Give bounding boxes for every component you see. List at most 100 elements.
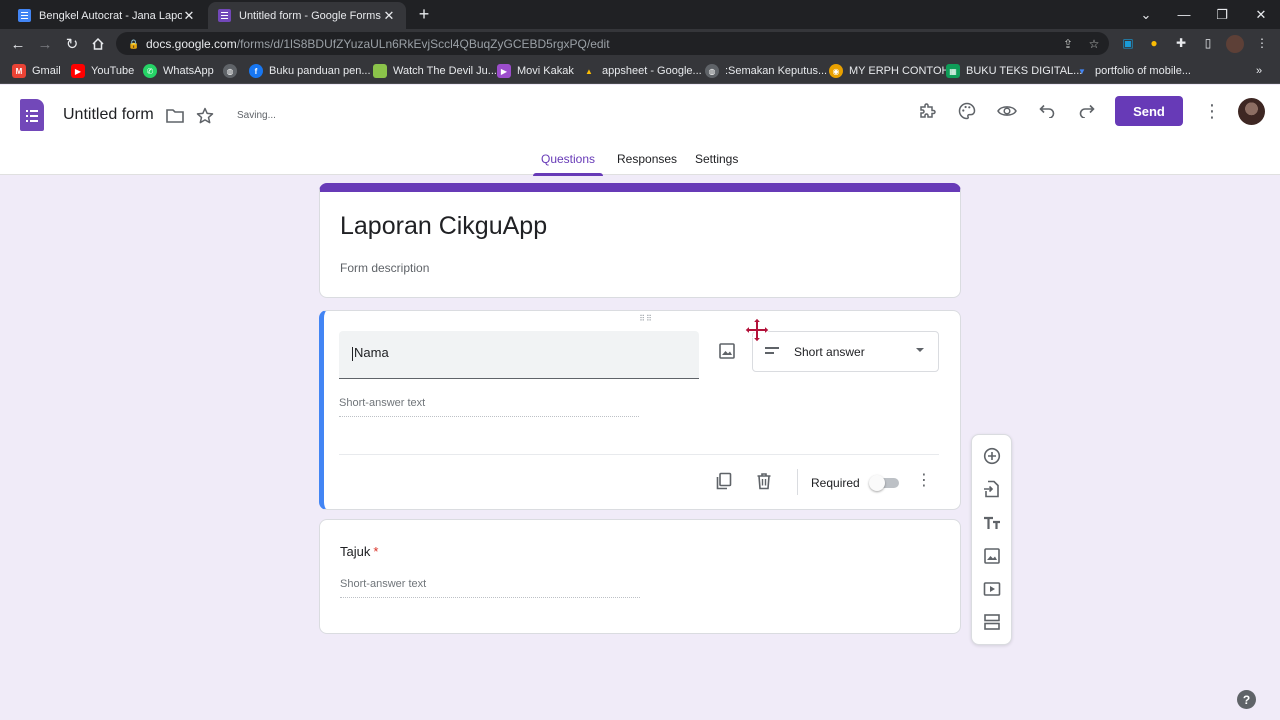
reload-icon[interactable]: ↻ [62, 34, 82, 54]
browser-tab-active[interactable]: Untitled form - Google Forms ✕ [208, 2, 406, 29]
tab-responses[interactable]: Responses [617, 152, 677, 175]
gmail-icon: M [12, 64, 26, 78]
bookmark-facebook[interactable]: f Buku panduan pen... [249, 63, 371, 79]
extensions-puzzle-icon[interactable]: ✚ [1173, 35, 1189, 51]
url-host: docs.google.com [146, 36, 237, 51]
question-title-input[interactable]: Nama [339, 331, 699, 379]
question-type-label: Short answer [794, 345, 865, 359]
add-question-icon[interactable] [982, 446, 1002, 466]
more-options-icon[interactable]: ⋮ [1200, 99, 1224, 123]
short-answer-icon [765, 347, 779, 357]
help-icon[interactable]: ? [1237, 690, 1256, 709]
window-close-button[interactable]: ✕ [1242, 0, 1280, 29]
bookmark-erph[interactable]: ◉ MY ERPH CONTOH [829, 63, 949, 79]
import-questions-icon[interactable] [982, 479, 1002, 499]
form-doc-title[interactable]: Untitled form [63, 106, 154, 124]
bookmark-movie[interactable]: Watch The Devil Ju... [373, 63, 497, 79]
bookmark-semakan[interactable]: ◍:Semakan Keputus... [705, 63, 827, 79]
close-icon[interactable]: ✕ [382, 8, 396, 24]
minimize-button[interactable]: — [1165, 0, 1203, 29]
side-panel-icon[interactable]: ▯ [1200, 35, 1216, 51]
star-icon[interactable] [193, 104, 217, 128]
duplicate-icon[interactable] [714, 471, 734, 491]
move-cursor-icon [744, 317, 770, 343]
globe-icon: ◍ [705, 64, 719, 78]
bookmark-movi-kakak[interactable]: ▶ Movi Kakak [497, 63, 574, 79]
required-toggle[interactable] [869, 475, 901, 491]
required-asterisk: * [373, 544, 379, 559]
question-title[interactable]: Tajuk * [340, 544, 378, 559]
preview-eye-icon[interactable] [995, 99, 1019, 123]
bookmark-globe[interactable]: ◍ [223, 63, 243, 79]
bookmark-icon: ▼ [1078, 66, 1086, 76]
avatar[interactable] [1238, 98, 1265, 125]
tab-questions[interactable]: Questions [532, 152, 604, 176]
text-caret [352, 346, 353, 361]
short-answer-placeholder: Short-answer text [340, 578, 640, 598]
tab-title: Bengkel Autocrat - Jana Laporan [39, 9, 182, 22]
forms-logo-icon[interactable] [20, 99, 44, 131]
forward-icon[interactable]: → [35, 34, 55, 54]
profile-avatar[interactable] [1226, 35, 1244, 53]
bookmark-youtube[interactable]: ▶ YouTube [71, 63, 134, 79]
short-answer-placeholder: Short-answer text [339, 397, 639, 417]
add-image-icon[interactable] [982, 546, 1002, 566]
form-title-card[interactable]: Laporan CikguApp Form description [319, 183, 961, 298]
bookmark-appsheet[interactable]: ▲ appsheet - Google... [582, 63, 702, 79]
facebook-icon: f [249, 64, 263, 78]
url-path: /forms/d/1lS8BDUfZYuzaULn6RkEvjSccl4QBuq… [236, 36, 610, 51]
bookmark-whatsapp[interactable]: ✆ WhatsApp [143, 63, 214, 79]
keep-extension-icon[interactable]: ● [1146, 35, 1162, 51]
send-button[interactable]: Send [1115, 96, 1183, 126]
lock-icon: 🔒 [128, 38, 140, 49]
redo-icon[interactable] [1075, 99, 1099, 123]
add-image-icon[interactable] [717, 341, 737, 361]
delete-icon[interactable] [754, 471, 774, 491]
new-tab-button[interactable]: + [414, 4, 434, 24]
add-ons-icon[interactable] [915, 99, 939, 123]
tab-search-icon[interactable]: ⌄ [1127, 0, 1165, 29]
sheets-icon: ▦ [946, 64, 960, 78]
browser-tab[interactable]: Bengkel Autocrat - Jana Laporan ✕ [8, 2, 206, 29]
close-icon[interactable]: ✕ [182, 8, 196, 24]
screen-capture-extension-icon[interactable]: ▣ [1120, 35, 1136, 51]
question-card[interactable]: Tajuk * Short-answer text [319, 519, 961, 634]
question-card-active[interactable]: ⠿⠿ Nama Short answer Short-answer text R… [319, 310, 961, 510]
tab-title: Untitled form - Google Forms [239, 9, 381, 22]
chrome-menu-icon[interactable]: ⋮ [1254, 35, 1270, 51]
form-description-field[interactable]: Form description [340, 261, 429, 275]
home-icon[interactable] [88, 34, 108, 54]
bookmark-buku-teks[interactable]: ▦ BUKU TEKS DIGITAL... [946, 63, 1082, 79]
more-options-icon[interactable]: ⋮ [914, 471, 934, 491]
star-icon[interactable]: ☆ [1086, 36, 1102, 52]
undo-icon[interactable] [1035, 99, 1059, 123]
add-video-icon[interactable] [982, 579, 1002, 599]
tab-settings[interactable]: Settings [695, 152, 738, 175]
question-type-select[interactable]: Short answer [752, 331, 939, 372]
globe-icon: ◍ [223, 64, 237, 78]
whatsapp-icon: ✆ [143, 64, 157, 78]
toolbar-separator [797, 469, 798, 495]
bookmarks-bar: M Gmail ▶ YouTube ✆ WhatsApp ◍ f Buku pandua… [0, 58, 1280, 84]
drag-handle-icon[interactable]: ⠿⠿ [638, 315, 654, 323]
share-icon[interactable]: ⇪ [1060, 36, 1076, 52]
folder-icon[interactable] [163, 104, 187, 128]
maximize-button[interactable]: ❐ [1203, 0, 1241, 29]
form-title[interactable]: Laporan CikguApp [340, 212, 547, 241]
question-divider [339, 454, 939, 455]
floating-toolbar [971, 434, 1012, 645]
drive-icon: ▲ [585, 66, 593, 76]
address-bar[interactable]: 🔒 docs.google.com/forms/d/1lS8BDUfZYuzaU… [116, 32, 1109, 55]
form-tabs: Questions Responses Settings [0, 147, 1280, 176]
add-title-icon[interactable] [982, 513, 1002, 533]
more-bookmarks-icon[interactable]: » [1256, 63, 1262, 79]
save-status: Saving... [237, 110, 276, 121]
bookmark-gmail[interactable]: M Gmail [12, 63, 61, 79]
forms-header: Untitled form Saving... Send ⋮ Questions… [0, 85, 1280, 176]
palette-icon[interactable] [955, 99, 979, 123]
required-label: Required [811, 476, 860, 490]
chevron-down-icon [916, 348, 924, 352]
back-icon[interactable]: ← [8, 34, 28, 54]
bookmark-portfolio[interactable]: ▼ portfolio of mobile... [1075, 63, 1191, 79]
add-section-icon[interactable] [982, 612, 1002, 632]
